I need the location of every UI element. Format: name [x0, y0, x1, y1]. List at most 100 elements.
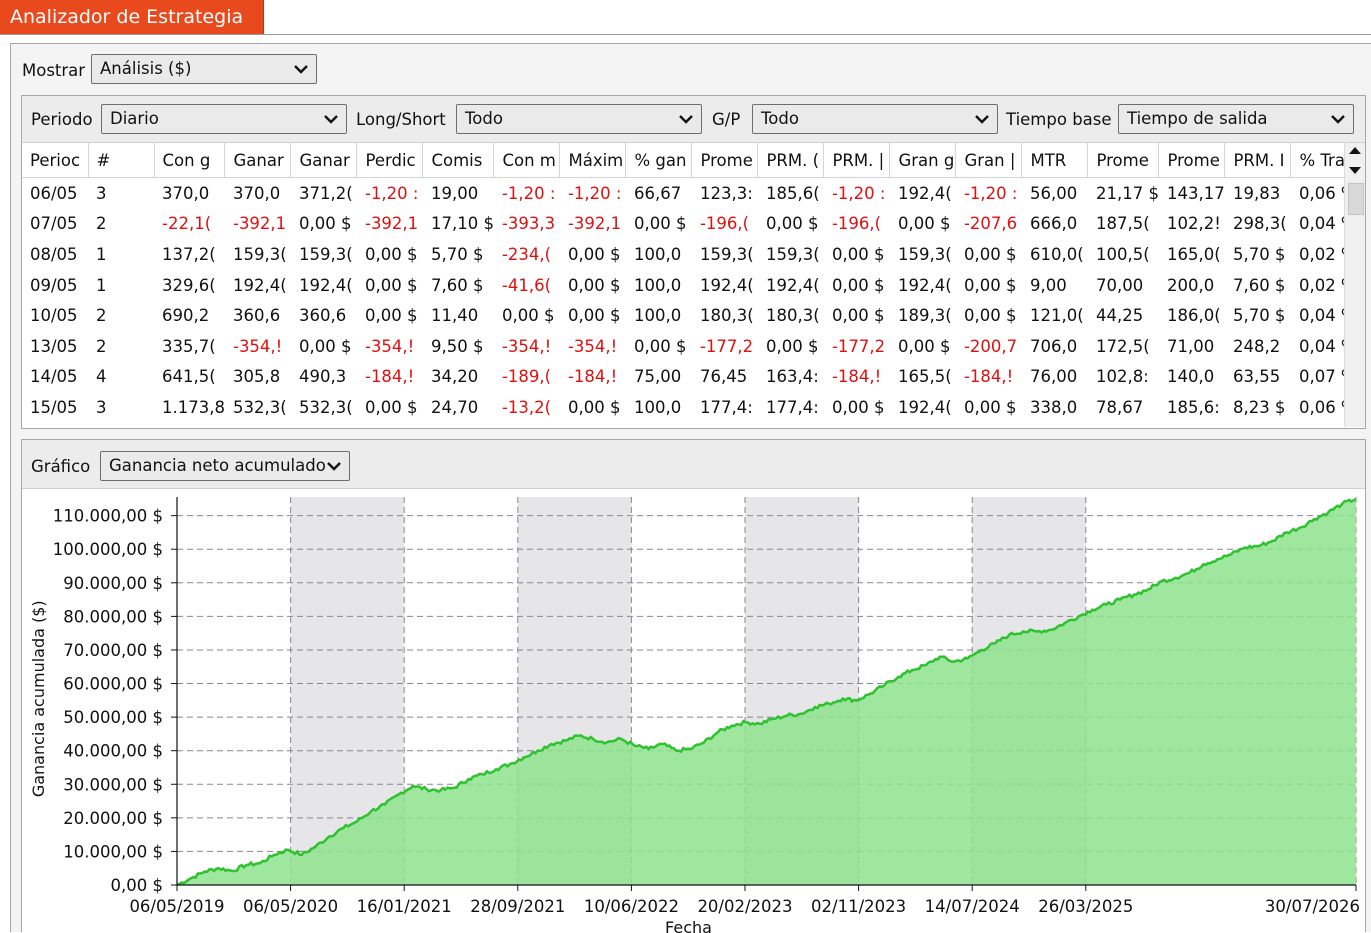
column-header[interactable]: Prome [691, 143, 759, 178]
time-base-select-value: Tiempo de salida [1127, 109, 1268, 128]
table-cell: 5,70 $ [1232, 306, 1286, 326]
table-cell: 3 [96, 397, 107, 417]
table-cell: 192,4( [699, 275, 754, 295]
table-cell: 165,5( [897, 367, 952, 387]
x-tick-label: 06/05/2020 [243, 897, 338, 916]
column-header[interactable]: PRM. I [1224, 143, 1292, 178]
column-header[interactable]: # [88, 143, 155, 178]
column-header[interactable]: MTR [1021, 143, 1089, 178]
table-cell: 641,5( [162, 367, 216, 387]
table-cell: 360,6 [298, 306, 347, 326]
window-title-tab[interactable]: Analizador de Estrategia [0, 0, 264, 34]
column-header[interactable]: PRM. | [823, 143, 891, 178]
period-select[interactable]: Diario [101, 104, 347, 134]
table-cell: 7,60 $ [430, 275, 484, 295]
table-cell: 10/05 [30, 306, 78, 326]
table-cell: 9,00 [1029, 275, 1067, 295]
long-short-select[interactable]: Todo [456, 104, 702, 134]
table-cell: 8,23 $ [1232, 397, 1286, 417]
table-row[interactable]: 14/05 4 641,5(305,8 490,3 -184,! 34,20 -189,(-… [22, 362, 1357, 393]
column-header[interactable]: Con m [493, 143, 561, 178]
table-cell: 0,00 $ [567, 306, 621, 326]
table-cell: -184,! [831, 367, 882, 387]
column-header[interactable]: Gran | [955, 143, 1023, 178]
table-cell: 7,60 $ [1232, 275, 1286, 295]
column-header[interactable]: PRM. ( [757, 143, 825, 178]
show-select[interactable]: Análisis ($) [91, 54, 317, 84]
y-tick-label: 110.000,00 $ [53, 507, 163, 526]
table-cell: 532,3( [298, 397, 353, 417]
column-header[interactable]: Con g [154, 143, 226, 178]
table-row[interactable]: 09/05 1 329,6(192,4(192,4(0,00 $ 7,60 $ -41,… [22, 270, 1357, 301]
long-short-label: Long/Short [356, 110, 446, 129]
table-cell: 338,0 [1029, 397, 1078, 417]
scroll-arrows-icon[interactable] [1345, 143, 1365, 179]
table-row[interactable]: 13/05 2 335,7(-354,! 0,00 $ -354,! 9,50 $ -354… [22, 331, 1357, 362]
table-cell: -234,( [501, 244, 552, 264]
column-header[interactable]: Perdic [356, 143, 424, 178]
table-cell: 185,6: [1166, 397, 1220, 417]
table-scrollbar[interactable] [1344, 143, 1365, 427]
y-tick-label: 0,00 $ [111, 876, 163, 895]
time-base-select[interactable]: Tiempo de salida [1118, 104, 1354, 134]
scroll-thumb[interactable] [1348, 183, 1364, 215]
table-cell: -13,2( [501, 397, 552, 417]
table-cell: 21,17 $ [1095, 183, 1159, 203]
analysis-table: Perioc # Con g Ganar Ganar Perdic Comis Con m Má… [22, 143, 1358, 423]
column-header[interactable]: Gran g [889, 143, 957, 178]
table-row[interactable]: 06/05 3 370,0 370,0 371,2(-1,20 : 19,00 -1,20 … [22, 178, 1357, 209]
table-cell: 165,0( [1166, 244, 1221, 264]
column-header[interactable]: % gan [625, 143, 693, 178]
table-cell: 100,0 [633, 397, 682, 417]
table-cell: 200,0 [1166, 275, 1215, 295]
column-header[interactable]: Comis [422, 143, 495, 178]
table-cell: 248,2 [1232, 336, 1281, 356]
table-cell: 44,25 [1095, 306, 1144, 326]
chart-type-select[interactable]: Ganancia neto acumulado [100, 451, 350, 481]
table-cell: 0,00 $ [567, 244, 621, 264]
table-cell: 177,4: [765, 397, 819, 417]
table-cell: 102,8: [1095, 367, 1149, 387]
table-cell: 0,00 $ [567, 397, 621, 417]
table-cell: 56,00 [1029, 183, 1078, 203]
table-cell: 192,4( [897, 397, 952, 417]
column-header[interactable]: Máxim [559, 143, 627, 178]
table-cell: 0,00 $ [831, 244, 885, 264]
table-row[interactable]: 07/05 2 -22,1(-392,1 0,00 $ -392,1 17,10 $ -39… [22, 209, 1357, 240]
analysis-table-panel: Periodo Diario Long/Short Todo G/P Todo … [21, 95, 1366, 429]
y-tick-label: 40.000,00 $ [63, 742, 163, 761]
table-cell: 66,67 [633, 183, 682, 203]
table-cell: 159,3( [232, 244, 287, 264]
table-cell: 3 [96, 183, 107, 203]
table-cell: 666,0 [1029, 214, 1078, 234]
table-header-row: Perioc # Con g Ganar Ganar Perdic Comis Con m Má… [22, 143, 1358, 178]
table-cell: 192,4( [897, 275, 952, 295]
table-cell: 2 [96, 336, 107, 356]
table-cell: 76,00 [1029, 367, 1078, 387]
column-header[interactable]: Prome [1087, 143, 1160, 178]
column-header[interactable]: Perioc [22, 143, 89, 178]
table-cell: 140,0 [1166, 367, 1215, 387]
y-tick-label: 50.000,00 $ [63, 708, 163, 727]
table-cell: 1.173,8 [162, 397, 225, 417]
table-cell: 1 [96, 244, 107, 264]
table-row[interactable]: 10/05 2 690,2 360,6 360,6 0,00 $ 11,40 0,00 $ 0,… [22, 300, 1357, 331]
table-cell: 298,3( [1232, 214, 1287, 234]
column-header[interactable]: Prome [1158, 143, 1226, 178]
x-tick-label: 06/05/2019 [129, 897, 224, 916]
table-cell: -392,1 [567, 214, 622, 234]
table-cell: 0,00 $ [897, 336, 951, 356]
table-row[interactable]: 08/05 1 137,2(159,3(159,3(0,00 $ 5,70 $ -234… [22, 239, 1357, 270]
table-cell: -189,( [501, 367, 552, 387]
table-cell: -354,! [501, 336, 552, 356]
table-row[interactable]: 15/05 3 1.173,8 532,3(532,3(0,00 $ 24,70 -13,… [22, 392, 1357, 423]
column-header[interactable]: Ganar [224, 143, 292, 178]
table-cell: -354,! [364, 336, 415, 356]
gp-select[interactable]: Todo [752, 104, 998, 134]
column-header[interactable]: Ganar [290, 143, 358, 178]
table-cell: 14/05 [30, 367, 78, 387]
table-cell: 19,83 [1232, 183, 1281, 203]
table-cell: 121,0( [1029, 306, 1084, 326]
table-cell: 63,55 [1232, 367, 1281, 387]
table-cell: -1,20 : [501, 183, 556, 203]
